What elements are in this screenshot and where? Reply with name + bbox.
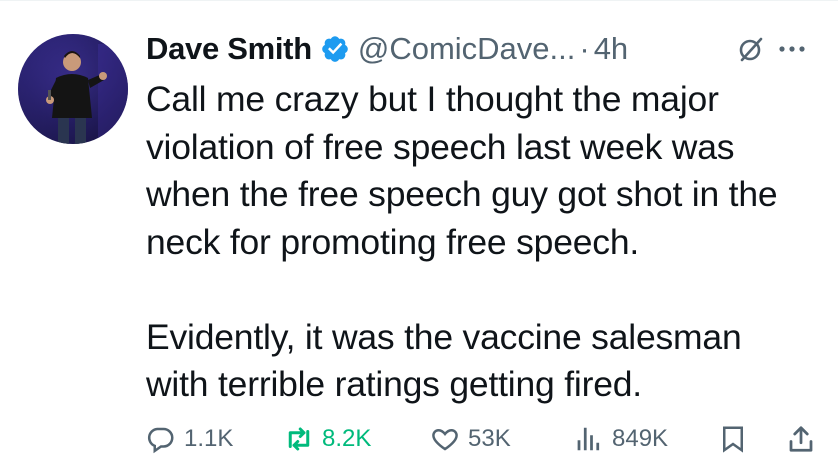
views-chart-icon: [577, 427, 600, 451]
heart-icon: [432, 428, 458, 451]
verified-badge-icon[interactable]: [320, 34, 350, 64]
like-button[interactable]: 53K: [430, 424, 511, 454]
reply-count: 1.1K: [184, 425, 234, 452]
bookmark-icon: [723, 426, 743, 453]
views-button[interactable]: 849K: [574, 424, 668, 454]
author-handle[interactable]: @ComicDave...: [358, 31, 576, 67]
more-options-icon[interactable]: [778, 44, 806, 54]
avatar-photo: [18, 34, 128, 144]
post-header: Dave Smith @ComicDave... · 4h: [146, 28, 628, 70]
repost-icon: [288, 427, 310, 451]
top-divider: [0, 0, 838, 1]
reply-button[interactable]: 1.1K: [146, 424, 233, 454]
bookmark-button[interactable]: [718, 424, 756, 454]
author-name[interactable]: Dave Smith: [146, 31, 312, 67]
views-count: 849K: [612, 425, 669, 452]
like-count: 53K: [468, 425, 511, 452]
action-bar: 1.1K 8.2K 53K 849K: [146, 424, 826, 458]
repost-count: 8.2K: [322, 425, 372, 452]
avatar[interactable]: [18, 34, 128, 144]
share-button[interactable]: [786, 424, 824, 454]
share-icon: [789, 426, 813, 452]
grok-icon[interactable]: [738, 36, 764, 62]
repost-button[interactable]: 8.2K: [284, 424, 371, 454]
reply-icon: [147, 427, 174, 454]
post-time[interactable]: 4h: [594, 31, 628, 67]
post-text: Call me crazy but I thought the major vi…: [146, 79, 778, 404]
separator-dot: ·: [579, 31, 590, 66]
